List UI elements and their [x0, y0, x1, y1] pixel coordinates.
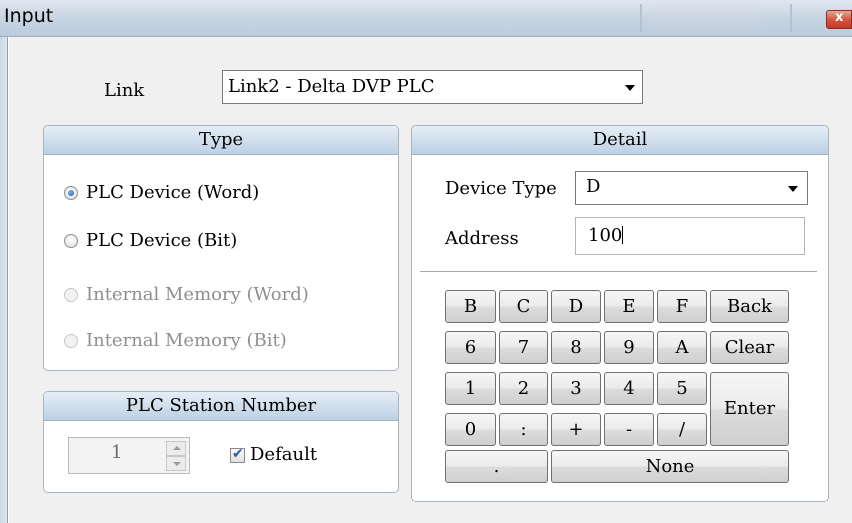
radio-button [64, 333, 78, 348]
radio-plc-device-bit[interactable]: PLC Device (Bit) [64, 230, 237, 251]
key-2[interactable]: 2 [499, 372, 548, 405]
key-3[interactable]: 3 [551, 372, 601, 405]
radio-label: Internal Memory (Bit) [86, 330, 287, 351]
enter-button[interactable]: Enter [710, 372, 789, 446]
radio-button[interactable] [64, 233, 78, 248]
title-bar-divider [790, 4, 792, 32]
key-a[interactable]: A [657, 331, 707, 364]
default-checkbox[interactable] [230, 446, 245, 463]
key-f[interactable]: F [657, 290, 707, 323]
radio-label: PLC Device (Bit) [86, 230, 238, 251]
station-number-value: 1 [111, 442, 123, 463]
window-title: Input [4, 5, 54, 27]
address-input-value: 100 [588, 225, 624, 246]
address-label: Address [445, 228, 519, 249]
key-e[interactable]: E [604, 290, 654, 323]
key-dot[interactable]: . [445, 450, 548, 483]
link-select[interactable]: Link2 - Delta DVP PLC [222, 70, 643, 104]
back-button[interactable]: Back [710, 290, 789, 323]
key-7[interactable]: 7 [499, 331, 548, 364]
address-input[interactable]: 100 [575, 217, 805, 255]
detail-separator [420, 271, 817, 272]
chevron-down-icon [625, 85, 635, 91]
key-5[interactable]: 5 [657, 372, 707, 405]
type-group-header: Type [44, 126, 398, 155]
background-window-tab [650, 6, 760, 30]
key-4[interactable]: 4 [604, 372, 654, 405]
radio-button [64, 287, 78, 302]
key-slash[interactable]: / [657, 413, 707, 446]
detail-group-header: Detail [412, 126, 828, 155]
type-group: Type PLC Device (Word) PLC Device (Bit) … [43, 125, 399, 371]
radio-label: Internal Memory (Word) [86, 284, 309, 305]
radio-internal-memory-bit: Internal Memory (Bit) [64, 330, 287, 351]
radio-plc-device-word[interactable]: PLC Device (Word) [64, 182, 259, 203]
key-d[interactable]: D [551, 290, 601, 323]
spin-down-button [166, 456, 186, 471]
window-frame [0, 37, 8, 523]
key-minus[interactable]: - [604, 413, 654, 446]
device-type-label: Device Type [445, 178, 557, 199]
radio-button[interactable] [64, 185, 78, 200]
key-c[interactable]: C [499, 290, 548, 323]
default-checkbox-label[interactable]: Default [250, 444, 317, 465]
close-button[interactable]: x [826, 10, 852, 29]
key-plus[interactable]: + [551, 413, 601, 446]
station-number-spinner: 1 [68, 437, 190, 474]
device-type-select[interactable]: D [575, 171, 808, 205]
spin-up-button [166, 441, 186, 456]
key-6[interactable]: 6 [445, 331, 496, 364]
key-1[interactable]: 1 [445, 372, 496, 405]
radio-label: PLC Device (Word) [86, 182, 260, 203]
title-bar: Input x [0, 0, 852, 37]
key-b[interactable]: B [445, 290, 496, 323]
link-select-value: Link2 - Delta DVP PLC [228, 76, 435, 97]
chevron-down-icon [788, 186, 798, 192]
station-group-header: PLC Station Number [44, 392, 398, 421]
key-9[interactable]: 9 [604, 331, 654, 364]
none-button[interactable]: None [551, 450, 789, 483]
key-0[interactable]: 0 [445, 413, 496, 446]
title-bar-divider [640, 4, 642, 32]
clear-button[interactable]: Clear [710, 331, 789, 364]
key-8[interactable]: 8 [551, 331, 601, 364]
text-caret [622, 226, 624, 244]
key-colon[interactable]: : [499, 413, 548, 446]
radio-internal-memory-word: Internal Memory (Word) [64, 284, 309, 305]
device-type-value: D [586, 176, 601, 197]
close-icon: x [835, 10, 844, 25]
link-label: Link [104, 80, 145, 101]
